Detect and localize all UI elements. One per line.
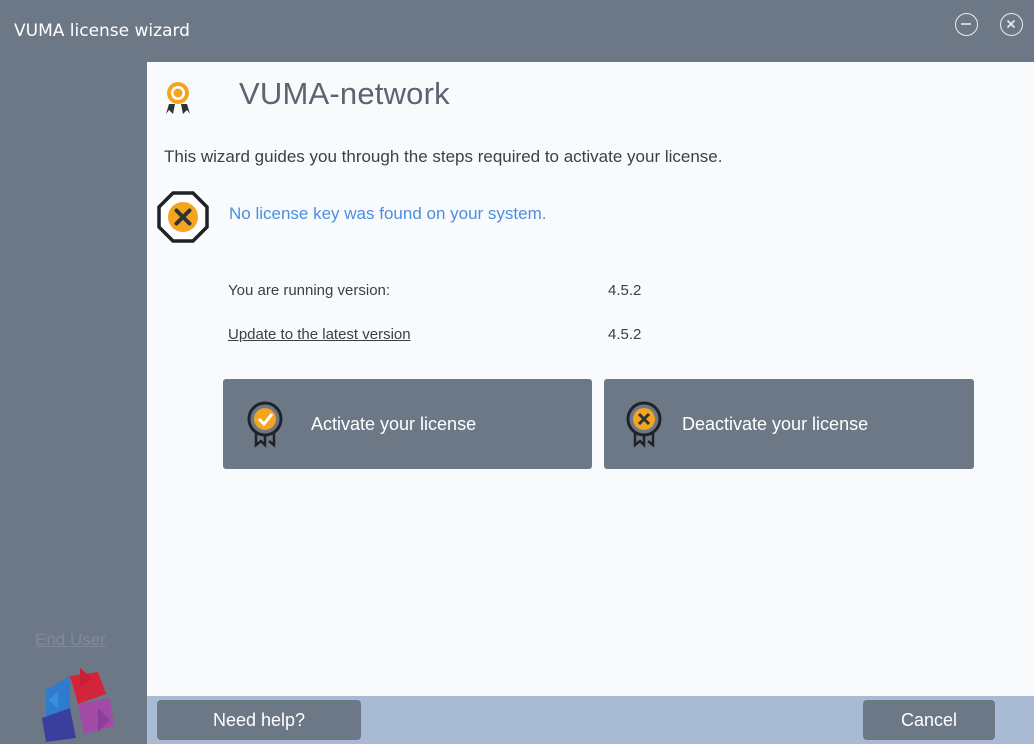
activate-license-label: Activate your license <box>311 414 477 434</box>
cancel-button[interactable]: Cancel <box>863 700 995 740</box>
activate-license-button[interactable]: Activate your license <box>223 379 592 469</box>
status-message: No license key was found on your system. <box>229 204 547 223</box>
running-version-value: 4.5.2 <box>608 282 642 299</box>
license-wizard-window: VUMA license wizard End User VUMA-networ… <box>0 0 1034 744</box>
content-panel: VUMA-network This wizard guides you thro… <box>147 62 1034 696</box>
award-x-icon <box>626 401 662 449</box>
need-help-button[interactable]: Need help? <box>157 700 361 740</box>
license-award-icon <box>166 82 190 114</box>
running-version-label: You are running version: <box>228 282 391 299</box>
intro-text: This wizard guides you through the steps… <box>164 147 723 166</box>
latest-version-value: 4.5.2 <box>608 326 642 343</box>
deactivate-license-label: Deactivate your license <box>682 414 869 434</box>
minimize-circle-icon[interactable] <box>955 13 978 36</box>
end-user-link[interactable]: End User <box>35 630 106 650</box>
app-name: VUMA-network <box>239 76 450 111</box>
award-check-icon <box>247 401 283 449</box>
update-latest-version-link[interactable]: Update to the latest version <box>228 326 411 343</box>
error-octagon-icon <box>157 191 209 243</box>
vuma-logo-icon <box>42 668 114 742</box>
close-circle-icon[interactable] <box>1000 13 1023 36</box>
sidebar: End User <box>0 62 147 744</box>
deactivate-license-button[interactable]: Deactivate your license <box>604 379 974 469</box>
window-title: VUMA license wizard <box>14 21 190 41</box>
title-bar[interactable]: VUMA license wizard <box>0 0 1034 62</box>
footer-bar: Need help? Cancel <box>147 696 1034 744</box>
